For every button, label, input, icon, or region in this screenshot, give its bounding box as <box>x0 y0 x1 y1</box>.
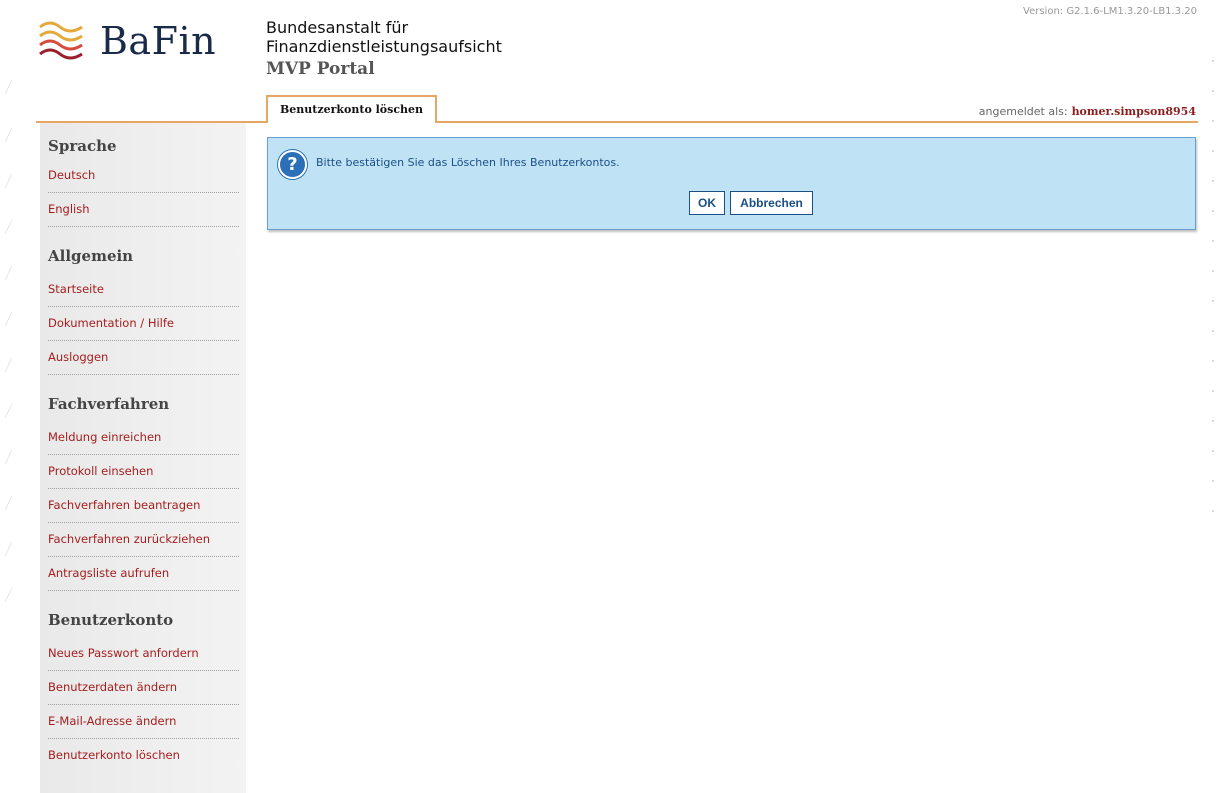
sidebar-item-antragsliste-aufrufen[interactable]: Antragsliste aufrufen <box>48 557 239 591</box>
sidebar-item-deutsch[interactable]: Deutsch <box>48 159 239 193</box>
logo-text: BaFin <box>100 19 217 63</box>
login-status: angemeldet als: homer.simpson8954 <box>979 105 1196 118</box>
sidebar-section-benutzerkonto: Benutzerkonto <box>48 611 174 629</box>
confirm-message: Bitte bestätigen Sie das Löschen Ihres B… <box>316 156 620 169</box>
version-label: Version: G2.1.6-LM1.3.20-LB1.3.20 <box>1023 6 1197 17</box>
sidebar-item-startseite[interactable]: Startseite <box>48 273 239 307</box>
bafin-waves-icon <box>38 19 86 63</box>
sidebar-item-dokumentation-hilfe[interactable]: Dokumentation / Hilfe <box>48 307 239 341</box>
bafin-logo[interactable]: BaFin <box>38 16 216 66</box>
portal-title: MVP Portal <box>266 59 375 79</box>
sidebar-section-fachverfahren: Fachverfahren <box>48 395 170 413</box>
question-icon: ? <box>278 150 307 179</box>
login-username[interactable]: homer.simpson8954 <box>1072 105 1196 118</box>
decorative-pattern-left <box>0 70 36 630</box>
cancel-button[interactable]: Abbrechen <box>730 191 813 215</box>
sidebar-item-ausloggen[interactable]: Ausloggen <box>48 341 239 375</box>
confirm-dialog: ? Bitte bestätigen Sie das Löschen Ihres… <box>267 137 1196 230</box>
sidebar-item-fachverfahren-beantragen[interactable]: Fachverfahren beantragen <box>48 489 239 523</box>
sidebar-item-english[interactable]: English <box>48 193 239 227</box>
sidebar-item-benutzerdaten-aendern[interactable]: Benutzerdaten ändern <box>48 671 239 705</box>
sidebar-item-benutzerkonto-loeschen[interactable]: Benutzerkonto löschen <box>48 739 239 772</box>
decorative-pattern-right <box>1210 60 1216 540</box>
sidebar-section-allgemein: Allgemein <box>48 247 134 265</box>
sidebar-item-email-aendern[interactable]: E-Mail-Adresse ändern <box>48 705 239 739</box>
sidebar-item-neues-passwort[interactable]: Neues Passwort anfordern <box>48 637 239 671</box>
sidebar-item-meldung-einreichen[interactable]: Meldung einreichen <box>48 421 239 455</box>
tab-bar-gap <box>268 121 423 123</box>
sidebar-item-protokoll-einsehen[interactable]: Protokoll einsehen <box>48 455 239 489</box>
sidebar-section-sprache: Sprache <box>48 137 117 155</box>
agency-name: Bundesanstalt für Finanzdienstleistungsa… <box>266 18 502 56</box>
ok-button[interactable]: OK <box>689 191 725 215</box>
sidebar-item-fachverfahren-zurueckziehen[interactable]: Fachverfahren zurückziehen <box>48 523 239 557</box>
agency-name-line2: Finanzdienstleistungsaufsicht <box>266 37 502 56</box>
tab-benutzerkonto-loeschen[interactable]: Benutzerkonto löschen <box>266 95 438 123</box>
login-label: angemeldet als: <box>978 105 1068 118</box>
sidebar: Sprache Deutsch English Allgemein Starts… <box>40 123 246 793</box>
agency-name-line1: Bundesanstalt für <box>266 18 409 37</box>
